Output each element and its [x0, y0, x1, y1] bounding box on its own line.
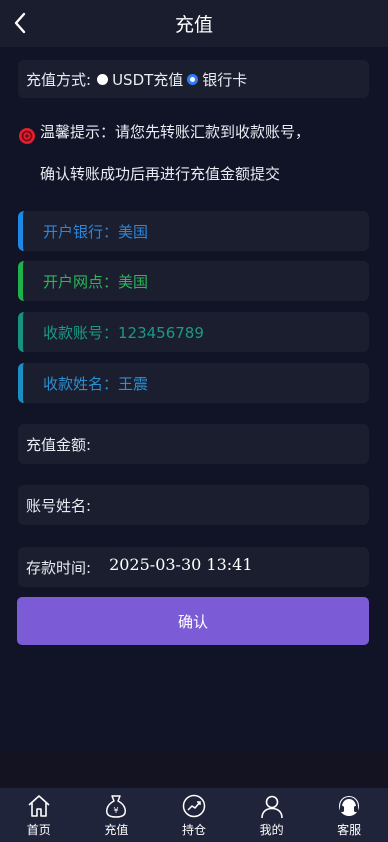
account-name-row: 收款姓名：王震 — [18, 363, 369, 403]
radio-bank-card[interactable]: 银行卡 — [187, 69, 247, 90]
account-number-row: 收款账号：123456789 — [18, 312, 369, 352]
deposit-time-row: 存款时间: 2025-03-30 13:41 — [18, 547, 369, 587]
tip-line-2: 确认转账成功后再进行充值金额提交 — [40, 165, 281, 183]
deposit-time-label: 存款时间: — [26, 558, 92, 577]
nav-label-home: 首页 — [26, 823, 51, 837]
chart-icon — [182, 794, 206, 818]
nav-item-home[interactable]: 首页 — [9, 788, 69, 842]
bank-branch-row: 开户网点：美国 — [18, 261, 369, 301]
nav-label-mine: 我的 — [259, 823, 284, 837]
main-content: 充值方式: USDT充值 银行卡 温馨提示：请您先转账汇款到收款账号， 确认转账… — [0, 47, 388, 752]
confirm-button[interactable]: 确认 — [17, 597, 369, 645]
bottom-spacer — [0, 752, 388, 788]
svg-text:¥: ¥ — [114, 806, 119, 815]
deposit-time-value[interactable]: 2025-03-30 13:41 — [109, 555, 252, 574]
radio-bank-card-label: 银行卡 — [202, 70, 248, 89]
home-icon — [28, 795, 50, 817]
warning-icon — [19, 128, 35, 144]
amount-label: 充值金额: — [26, 435, 92, 454]
tip-line-1: 温馨提示：请您先转账汇款到收款账号， — [40, 123, 311, 141]
holder-name-row: 账号姓名: — [18, 485, 369, 525]
nav-label-holdings: 持仓 — [181, 823, 206, 837]
radio-usdt-label: USDT充值 — [112, 70, 184, 89]
chevron-left-icon — [14, 12, 26, 34]
amount-row: 充值金额: — [18, 424, 369, 464]
top-bar: 充值 — [0, 0, 388, 47]
nav-item-mine[interactable]: 我的 — [242, 788, 302, 842]
radio-usdt-circle[interactable] — [97, 73, 109, 85]
bank-name-row: 开户银行：美国 — [18, 211, 369, 251]
radio-usdt[interactable]: USDT充值 — [97, 69, 183, 90]
payment-method-row: 充值方式: USDT充值 银行卡 — [18, 60, 369, 98]
holder-name-input[interactable] — [95, 496, 316, 514]
money-bag-icon: ¥ — [106, 795, 127, 818]
headset-icon — [339, 796, 360, 816]
payment-method-label: 充值方式: — [26, 70, 92, 89]
page-title: 充值 — [174, 14, 213, 36]
nav-item-recharge[interactable]: ¥ 充值 — [86, 788, 146, 842]
radio-bank-card-circle[interactable] — [187, 73, 199, 85]
nav-item-holdings[interactable]: 持仓 — [164, 788, 224, 842]
amount-input[interactable] — [95, 435, 316, 453]
bottom-nav: 首页 ¥ 充值 持仓 我的 客服 — [0, 788, 388, 842]
nav-item-service[interactable]: 客服 — [319, 788, 379, 842]
user-icon — [260, 795, 283, 819]
nav-label-recharge: 充值 — [104, 823, 129, 837]
nav-label-service: 客服 — [337, 823, 362, 837]
holder-name-label: 账号姓名: — [26, 496, 92, 515]
back-button[interactable] — [8, 9, 32, 37]
